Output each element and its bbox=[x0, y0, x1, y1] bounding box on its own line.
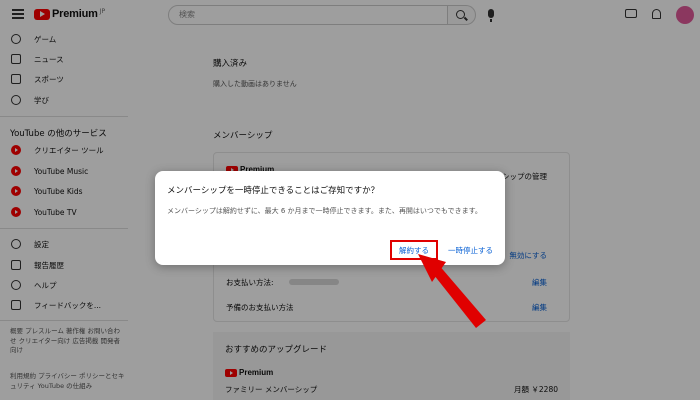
cancel-membership-button[interactable]: 解約する bbox=[390, 240, 438, 260]
dialog-title: メンバーシップを一時停止できることはご存知ですか？ bbox=[167, 186, 380, 196]
dialog-body: メンバーシップは解約せずに、最大 6 か月まで一時停止できます。また、再開はいつ… bbox=[167, 207, 482, 215]
pause-membership-button[interactable]: 一時停止する bbox=[448, 242, 493, 258]
pause-membership-dialog: メンバーシップを一時停止できることはご存知ですか？ メンバーシップは解約せずに、… bbox=[155, 171, 505, 265]
